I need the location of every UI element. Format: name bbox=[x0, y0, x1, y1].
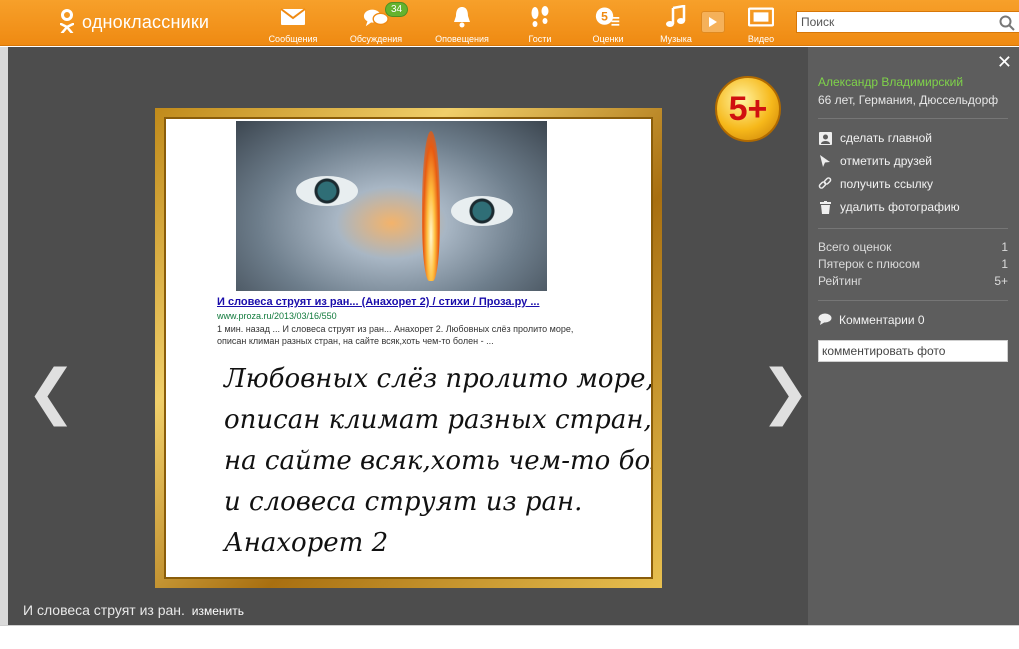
stat-rating: Рейтинг 5+ bbox=[818, 274, 1008, 288]
caption-edit-link[interactable]: изменить bbox=[192, 604, 244, 618]
nav-label: Оповещения bbox=[435, 34, 489, 44]
nav-guests[interactable]: Гости bbox=[505, 5, 575, 44]
stat-value: 1 bbox=[1001, 257, 1008, 271]
photo-caption: И словеса струят из ран. изменить bbox=[23, 602, 244, 618]
poem-text: Любовных слёз пролито море, описан клима… bbox=[224, 364, 653, 558]
nav-discussions[interactable]: 34 Обсуждения bbox=[341, 2, 411, 44]
trash-icon bbox=[818, 200, 832, 214]
author-name-link[interactable]: Александр Владимирский bbox=[818, 75, 963, 89]
photo[interactable]: И словеса струят из ран... (Анахорет 2) … bbox=[164, 117, 653, 579]
link-icon bbox=[818, 177, 832, 191]
divider bbox=[818, 300, 1008, 301]
snippet-url: www.proza.ru/2013/03/16/550 bbox=[217, 311, 337, 321]
stat-label: Всего оценок bbox=[818, 240, 892, 254]
rating-five-icon: 5 bbox=[595, 5, 621, 29]
user-photo-icon bbox=[818, 131, 832, 145]
close-icon[interactable]: ✕ bbox=[997, 52, 1012, 73]
next-photo-arrow[interactable]: ❯ bbox=[760, 362, 810, 422]
nav-notifications[interactable]: Оповещения bbox=[427, 5, 497, 44]
video-icon bbox=[748, 5, 774, 29]
stat-label: Рейтинг bbox=[818, 274, 863, 288]
stat-label: Пятерок с плюсом bbox=[818, 257, 920, 271]
play-icon bbox=[709, 17, 717, 27]
ok-logo-icon bbox=[58, 9, 76, 35]
snippet-line: описан климан разных стран, на сайте вся… bbox=[217, 336, 494, 346]
action-label: сделать главной bbox=[840, 131, 932, 145]
snippet-line: 1 мин. назад ... И словеса струят из ран… bbox=[217, 324, 574, 334]
stat-value: 5+ bbox=[994, 274, 1008, 288]
photo-eyes-image bbox=[236, 121, 547, 291]
nav-video[interactable]: Видео bbox=[726, 5, 796, 44]
bell-icon bbox=[449, 5, 475, 29]
photo-frame: И словеса струят из ран... (Анахорет 2) … bbox=[155, 108, 662, 588]
search-icon[interactable] bbox=[999, 15, 1015, 36]
comment-input[interactable] bbox=[818, 340, 1008, 362]
stat-five-plus: Пятерок с плюсом 1 bbox=[818, 257, 1008, 271]
snippet-text: 1 мин. назад ... И словеса струят из ран… bbox=[217, 323, 627, 347]
photo-side-panel: ✕ Александр Владимирский 66 лет, Германи… bbox=[808, 47, 1019, 625]
nav-label: Обсуждения bbox=[349, 34, 403, 44]
nav-ratings[interactable]: 5 Оценки bbox=[573, 5, 643, 44]
comment-bubble-icon bbox=[818, 313, 832, 327]
nav-label: Сообщения bbox=[268, 34, 318, 44]
envelope-icon bbox=[280, 5, 306, 29]
comments-link[interactable]: Комментарии 0 bbox=[818, 313, 925, 327]
rating-badge: 5+ bbox=[715, 76, 781, 142]
logo[interactable]: одноклассники bbox=[58, 9, 209, 35]
comments-label: Комментарии 0 bbox=[839, 313, 925, 327]
nav-label: Гости bbox=[528, 34, 552, 44]
divider bbox=[818, 118, 1008, 119]
tag-friends-button[interactable]: отметить друзей bbox=[818, 154, 932, 168]
brand-name: одноклассники bbox=[82, 11, 210, 32]
left-strip bbox=[0, 47, 8, 625]
get-link-button[interactable]: получить ссылку bbox=[818, 177, 933, 191]
snippet-title: И словеса струят из ран... (Анахорет 2) … bbox=[217, 296, 540, 308]
action-label: отметить друзей bbox=[840, 154, 932, 168]
action-label: удалить фотографию bbox=[840, 200, 960, 214]
prev-photo-arrow[interactable]: ❮ bbox=[26, 362, 76, 422]
music-note-icon bbox=[663, 5, 689, 29]
photo-viewer: И словеса струят из ран... (Анахорет 2) … bbox=[8, 47, 810, 625]
make-main-button[interactable]: сделать главной bbox=[818, 131, 932, 145]
cursor-icon bbox=[818, 154, 832, 168]
bottom-strip bbox=[0, 625, 1019, 649]
nav-messages[interactable]: Сообщения bbox=[258, 5, 328, 44]
caption-text: И словеса струят из ран. bbox=[23, 602, 185, 618]
search-input[interactable] bbox=[797, 12, 987, 32]
nav-label: Видео bbox=[747, 34, 775, 44]
svg-text:5: 5 bbox=[601, 9, 608, 23]
search-box bbox=[796, 11, 1019, 33]
footprints-icon bbox=[527, 5, 553, 29]
action-label: получить ссылку bbox=[840, 177, 933, 191]
author-info: 66 лет, Германия, Дюссельдорф bbox=[818, 93, 999, 107]
stat-value: 1 bbox=[1001, 240, 1008, 254]
divider bbox=[818, 228, 1008, 229]
nav-label: Оценки bbox=[592, 34, 624, 44]
delete-photo-button[interactable]: удалить фотографию bbox=[818, 200, 960, 214]
top-bar: одноклассники Сообщения 34 Обсуждения Оп… bbox=[0, 0, 1019, 46]
music-play-button[interactable] bbox=[701, 11, 725, 33]
nav-label: Музыка bbox=[660, 34, 692, 44]
discussions-badge: 34 bbox=[385, 2, 409, 17]
stat-total-ratings: Всего оценок 1 bbox=[818, 240, 1008, 254]
